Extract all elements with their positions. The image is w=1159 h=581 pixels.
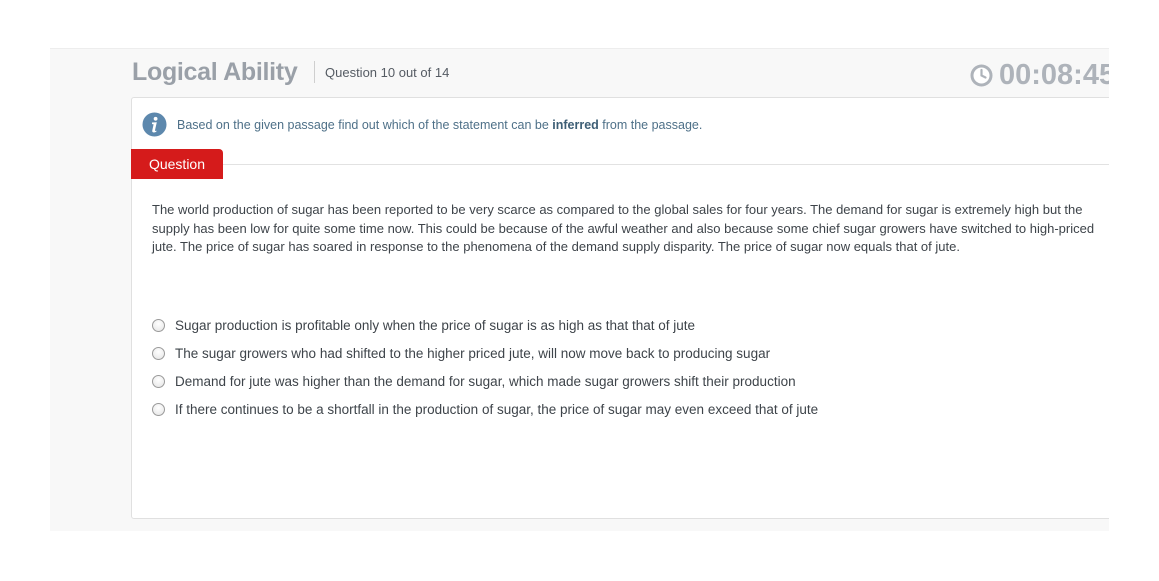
instruction-text: Based on the given passage find out whic… (177, 118, 702, 132)
radio-button[interactable] (152, 374, 165, 388)
test-panel: Logical Ability Question 10 out of 14 00… (50, 48, 1109, 531)
question-passage: The world production of sugar has been r… (152, 202, 1095, 254)
question-tab: Question (131, 149, 223, 179)
section-title: Logical Ability (132, 58, 298, 86)
instruction-text-start: Based on the given passage find out whic… (177, 117, 553, 132)
timer-value: 00:08:45 (999, 59, 1109, 91)
answer-option-3[interactable]: Demand for jute was higher than the dema… (152, 367, 818, 395)
answer-option-label: Demand for jute was higher than the dema… (175, 373, 796, 389)
question-card: Based on the given passage find out whic… (131, 97, 1109, 519)
info-icon (142, 112, 167, 137)
answer-option-4[interactable]: If there continues to be a shortfall in … (152, 395, 818, 423)
answer-options: Sugar production is profitable only when… (152, 311, 818, 423)
title-divider (314, 61, 315, 83)
instruction-text-end: from the passage. (598, 117, 703, 132)
radio-button[interactable] (152, 402, 165, 416)
instruction-text-emphasis: inferred (552, 117, 599, 132)
answer-option-2[interactable]: The sugar growers who had shifted to the… (152, 339, 818, 367)
clock-icon (969, 63, 994, 88)
radio-button[interactable] (152, 346, 165, 360)
answer-option-label: If there continues to be a shortfall in … (175, 401, 819, 417)
answer-option-label: The sugar growers who had shifted to the… (175, 345, 771, 361)
tab-divider (222, 164, 1109, 165)
radio-button[interactable] (152, 318, 165, 332)
question-counter: Question 10 out of 14 (325, 65, 450, 80)
countdown-timer: 00:08:45 (969, 59, 1109, 92)
answer-option-label: Sugar production is profitable only when… (175, 317, 696, 333)
instruction-bar: Based on the given passage find out whic… (142, 112, 702, 137)
answer-option-1[interactable]: Sugar production is profitable only when… (152, 311, 818, 339)
